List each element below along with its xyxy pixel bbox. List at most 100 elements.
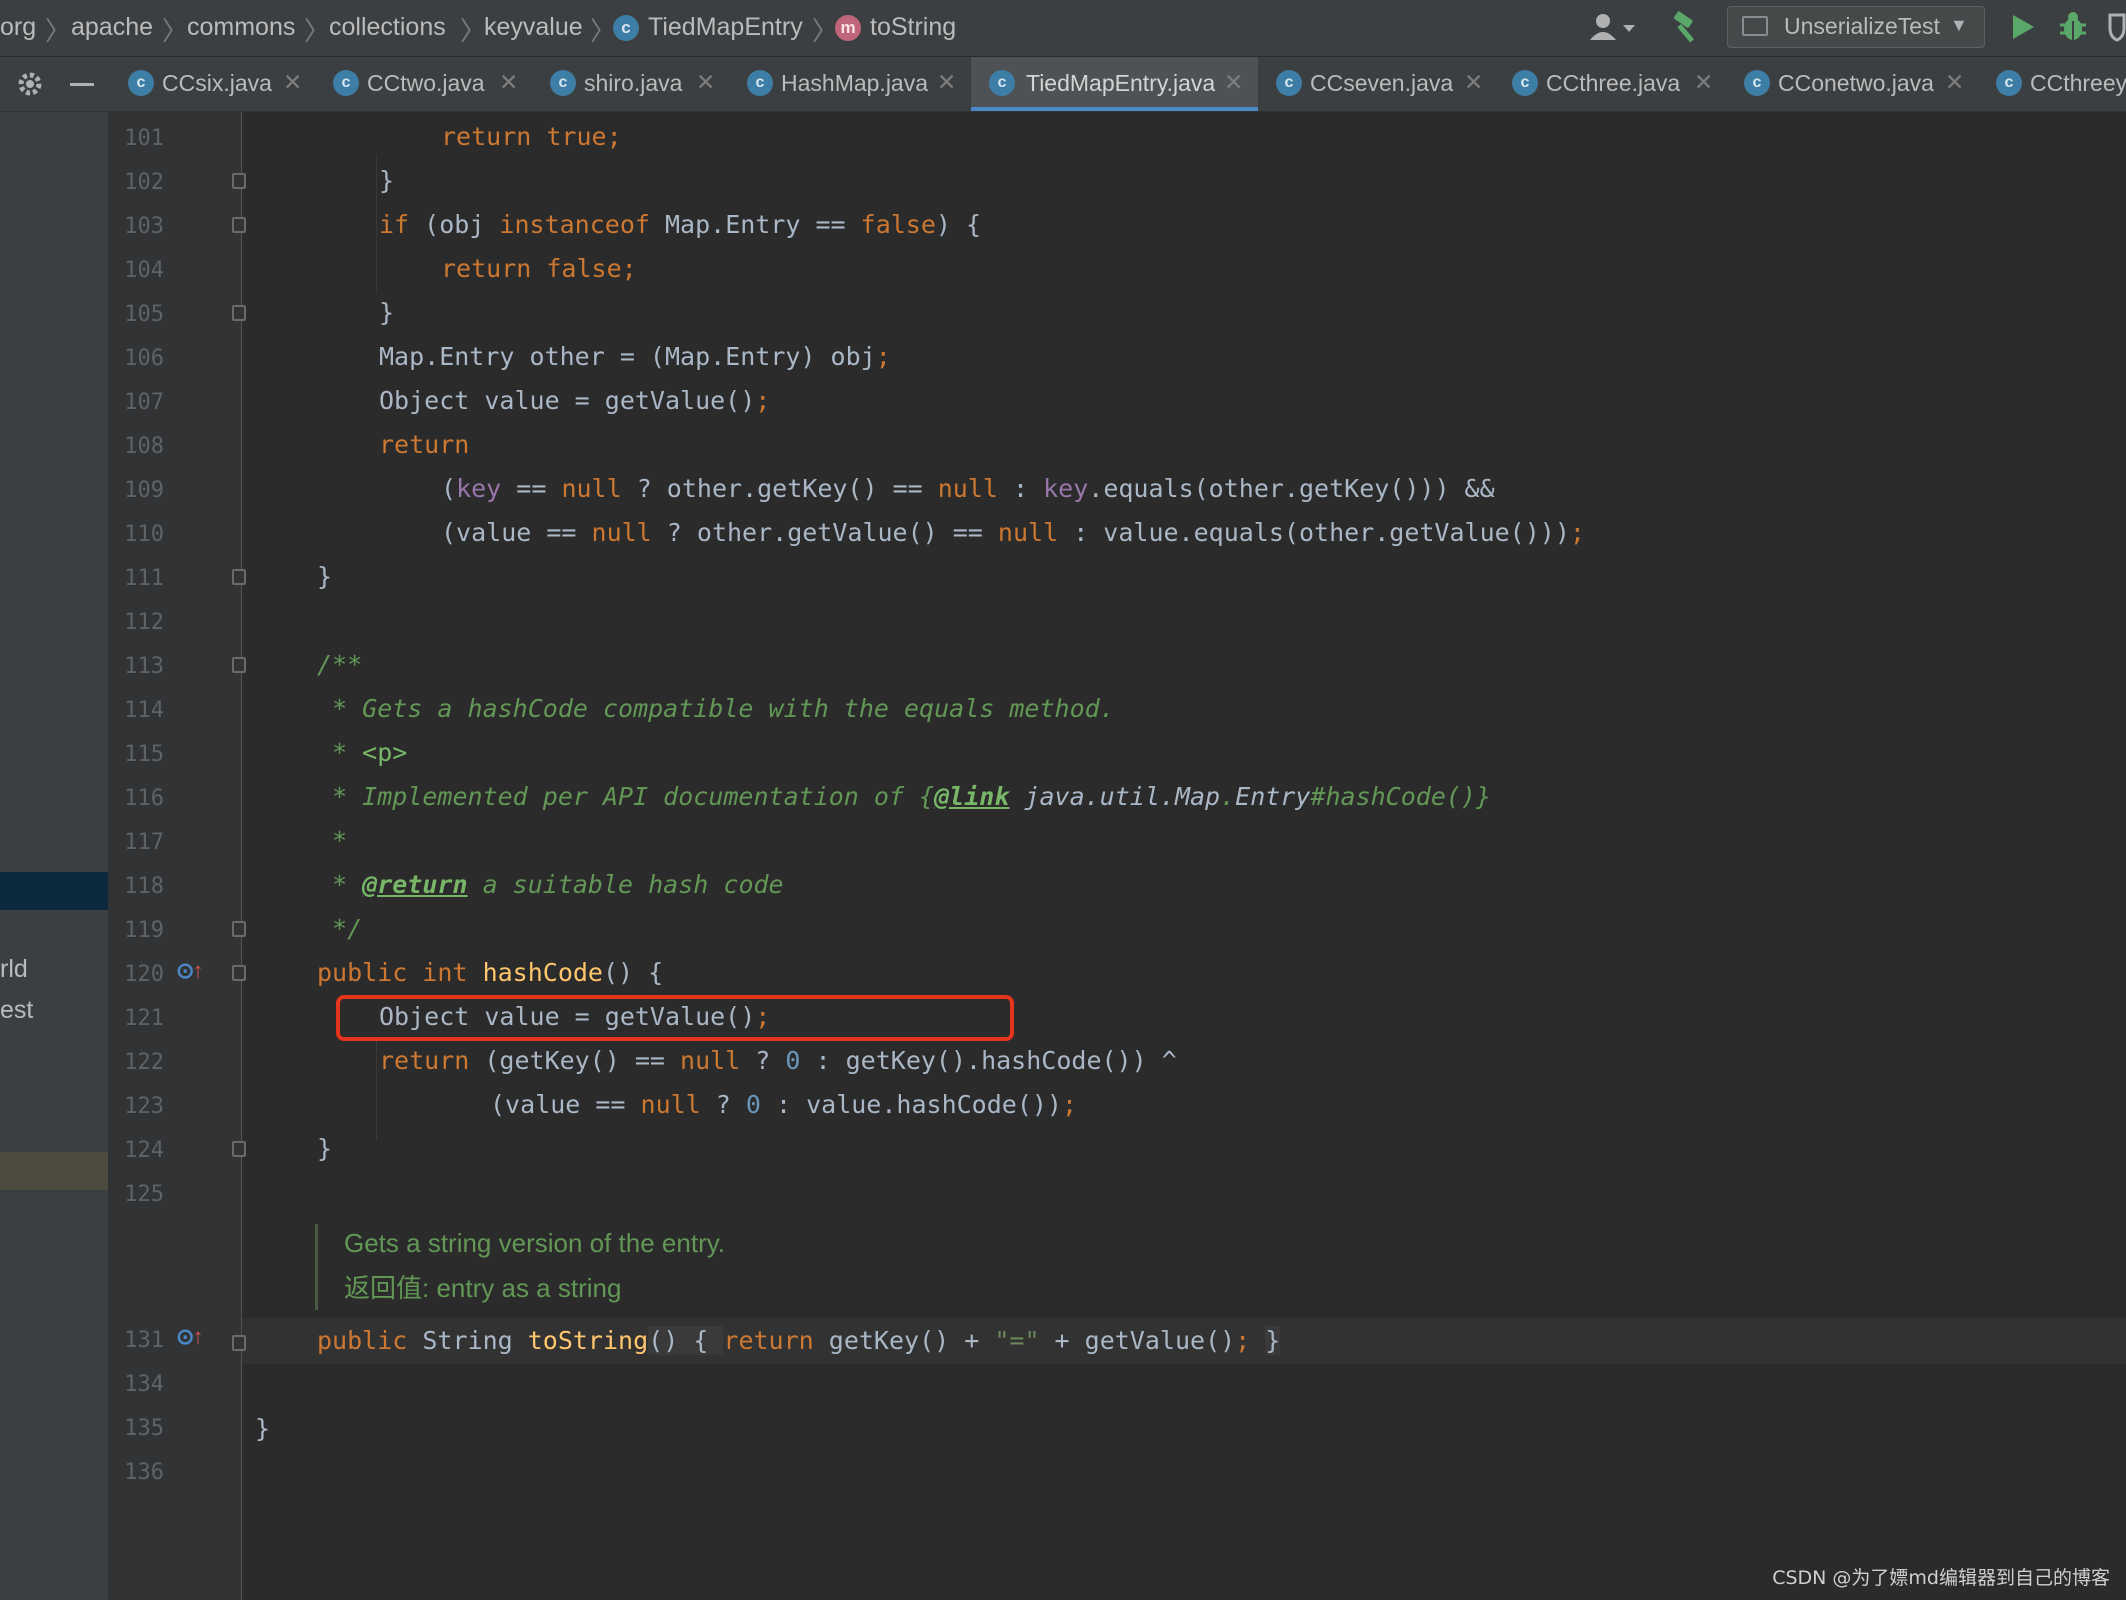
code-line-102[interactable]: } — [379, 163, 394, 199]
close-icon[interactable]: ✕ — [1945, 69, 1964, 96]
code-line-120[interactable]: public int hashCode() { — [317, 955, 663, 991]
build-hammer-icon[interactable] — [1668, 10, 1704, 46]
code-line-110[interactable]: (value == null ? other.getValue() == nul… — [441, 515, 1585, 551]
code-line-119[interactable]: */ — [317, 911, 362, 947]
fold-marker-icon[interactable] — [232, 569, 246, 585]
run-configuration-select[interactable]: UnserializeTest ▼ — [1727, 6, 1985, 48]
java-class-icon: c — [333, 70, 359, 96]
code-line-109[interactable]: (key == null ? other.getKey() == null : … — [441, 471, 1495, 507]
navigation-bar: org 〉 apache 〉 commons 〉 collections 〉 k… — [0, 0, 2126, 57]
tab-hashmap[interactable]: c HashMap.java ✕ — [747, 57, 969, 111]
code-line-106[interactable]: Map.Entry other = (Map.Entry) obj; — [379, 339, 891, 375]
code-token: return — [379, 430, 470, 459]
line-number: 103 — [124, 214, 164, 239]
code-token: ? other.getValue() == — [651, 518, 998, 547]
code-token: return true; — [441, 122, 622, 151]
user-icon[interactable] — [1587, 10, 1639, 46]
code-line-116[interactable]: * Implemented per API documentation of {… — [317, 779, 1491, 815]
fold-marker-icon[interactable] — [232, 217, 246, 233]
tab-ccsix[interactable]: c CCsix.java ✕ — [128, 57, 333, 111]
code-line-105[interactable]: } — [379, 295, 394, 331]
tab-shiro[interactable]: c shiro.java ✕ — [550, 57, 745, 111]
debug-bug-icon[interactable] — [2058, 11, 2088, 50]
code-token: return — [723, 1326, 814, 1355]
code-line-124[interactable]: } — [317, 1131, 332, 1167]
code-token: ? other.getKey() == — [621, 474, 938, 503]
rendered-javadoc[interactable]: Gets a string version of the entry. 返回值:… — [315, 1224, 1318, 1310]
fold-marker-icon[interactable] — [232, 1335, 246, 1351]
breadcrumb-separator: 〉 — [162, 16, 189, 46]
fold-marker-icon[interactable] — [232, 1141, 246, 1157]
highlighted-tree-row[interactable] — [0, 1152, 108, 1190]
code-token: "=" — [994, 1326, 1040, 1355]
close-icon[interactable]: ✕ — [283, 69, 302, 96]
close-icon[interactable]: ✕ — [937, 69, 956, 96]
fold-marker-icon[interactable] — [232, 305, 246, 321]
breadcrumb-item-org[interactable]: org — [0, 13, 36, 42]
line-number: 112 — [124, 610, 164, 635]
tab-label: CConetwo.java — [1778, 70, 1934, 96]
close-icon[interactable]: ✕ — [1224, 69, 1243, 96]
code-token: #hashCode()} — [1310, 782, 1492, 811]
breadcrumb-item-method[interactable]: toString — [870, 13, 956, 42]
code-token: a suitable hash code — [467, 870, 784, 899]
code-line-122[interactable]: return (getKey() == null ? 0 : getKey().… — [379, 1043, 1177, 1079]
code-line-123[interactable]: (value == null ? 0 : value.hashCode()); — [490, 1087, 1077, 1123]
fold-marker-icon[interactable] — [232, 173, 246, 189]
tab-ccthree[interactable]: c CCthree.java ✕ — [1512, 57, 1722, 111]
collapse-minus-icon[interactable] — [70, 83, 94, 86]
close-icon[interactable]: ✕ — [1694, 69, 1713, 96]
line-number: 131 — [124, 1328, 164, 1353]
line-number: 118 — [124, 874, 164, 899]
tab-label: shiro.java — [584, 70, 683, 96]
close-icon[interactable]: ✕ — [1464, 69, 1483, 96]
fold-marker-icon[interactable] — [232, 657, 246, 673]
tab-cconetwo[interactable]: c CConetwo.java ✕ — [1744, 57, 1964, 111]
tab-tiedmapentry[interactable]: c TiedMapEntry.java ✕ — [971, 57, 1258, 111]
code-token: ( — [441, 474, 457, 503]
override-method-icon[interactable]: ⊙↑ — [176, 1324, 203, 1350]
line-number: 117 — [124, 830, 164, 855]
settings-gear-icon[interactable] — [15, 69, 45, 104]
line-number: 106 — [124, 346, 164, 371]
line-number: 114 — [124, 698, 164, 723]
code-token: : — [997, 474, 1044, 503]
run-icon[interactable] — [2010, 13, 2036, 48]
tree-item-label[interactable]: rld — [0, 955, 28, 984]
code-line-101[interactable]: return true; — [441, 119, 622, 155]
fold-marker-icon[interactable] — [232, 921, 246, 937]
coverage-shield-icon[interactable] — [2108, 12, 2126, 49]
fold-marker-icon[interactable] — [232, 965, 246, 981]
code-line-117[interactable]: * — [317, 823, 347, 859]
code-line-113[interactable]: /** — [317, 647, 362, 683]
override-method-icon[interactable]: ⊙↑ — [176, 958, 203, 984]
close-icon[interactable]: ✕ — [696, 69, 715, 96]
code-line-131[interactable]: public String toString() { return getKey… — [317, 1323, 1281, 1359]
tab-ccseven[interactable]: c CCseven.java ✕ — [1276, 57, 1486, 111]
code-line-118[interactable]: * @return a suitable hash code — [317, 867, 784, 903]
code-line-108[interactable]: return — [379, 427, 469, 463]
code-line-135[interactable]: } — [255, 1411, 270, 1447]
breadcrumb-item-commons[interactable]: commons — [187, 13, 295, 42]
code-line-104[interactable]: return false; — [441, 251, 637, 287]
tab-cctwo[interactable]: c CCtwo.java ✕ — [333, 57, 548, 111]
code-line-111[interactable]: } — [317, 559, 332, 595]
code-line-103[interactable]: if (obj instanceof Map.Entry == false) { — [379, 207, 981, 243]
code-line-107[interactable]: Object value = getValue(); — [379, 383, 770, 419]
breadcrumb-item-apache[interactable]: apache — [71, 13, 153, 42]
tree-item-label[interactable]: est — [0, 996, 33, 1025]
line-number: 111 — [124, 566, 164, 591]
breadcrumb-item-class[interactable]: TiedMapEntry — [648, 13, 803, 42]
breadcrumb-item-collections[interactable]: collections — [329, 13, 446, 42]
selected-tree-row[interactable] — [0, 872, 108, 910]
tab-label: CCsix.java — [162, 70, 272, 96]
class-icon: c — [613, 15, 639, 41]
code-token: ? — [740, 1046, 786, 1075]
line-number: 104 — [124, 258, 164, 283]
tab-label: TiedMapEntry.java — [1026, 70, 1216, 96]
code-line-115[interactable]: * <p> — [317, 735, 407, 771]
code-line-114[interactable]: * Gets a hashCode compatible with the eq… — [317, 691, 1115, 727]
close-icon[interactable]: ✕ — [499, 69, 518, 96]
tab-ccthreey[interactable]: c CCthreey — [1996, 57, 2126, 111]
breadcrumb-item-keyvalue[interactable]: keyvalue — [484, 13, 583, 42]
